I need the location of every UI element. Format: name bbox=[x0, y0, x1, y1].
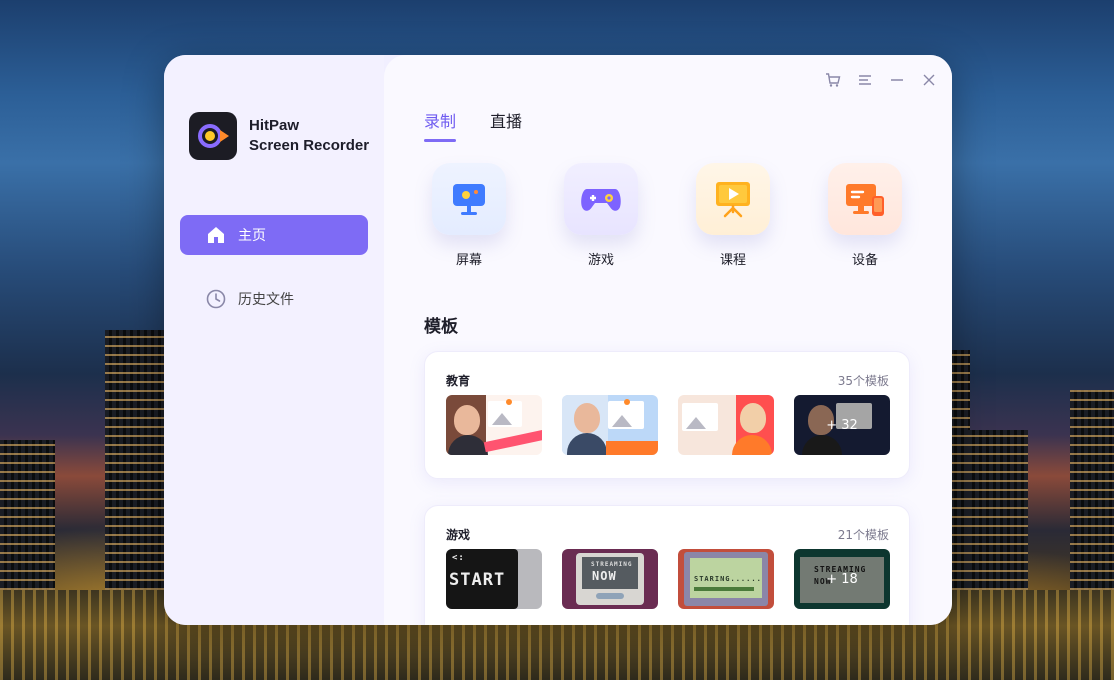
presentation-icon bbox=[716, 182, 750, 218]
tab-live[interactable]: 直播 bbox=[490, 108, 522, 142]
app-logo: HitPaw Screen Recorder bbox=[189, 112, 369, 160]
app-window: HitPaw Screen Recorder 主页 历史文件 录制 直播 屏幕 … bbox=[164, 55, 952, 625]
template-thumbnails: START <: STREAMING NOW STARING...... STR… bbox=[446, 549, 890, 609]
sidebar-item-label: 主页 bbox=[238, 228, 266, 244]
template-thumbnail[interactable]: START <: bbox=[446, 549, 542, 609]
template-thumbnails: + 32 bbox=[446, 395, 890, 455]
mode-course[interactable]: 课程 bbox=[696, 163, 770, 268]
clock-icon bbox=[206, 289, 226, 309]
app-name-line1: HitPaw bbox=[249, 117, 300, 134]
home-icon bbox=[208, 227, 224, 243]
mode-screen[interactable]: 屏幕 bbox=[432, 163, 506, 268]
building bbox=[0, 440, 55, 590]
building bbox=[1070, 390, 1114, 590]
template-thumbnail[interactable] bbox=[446, 395, 542, 455]
category-title: 教育 bbox=[446, 374, 471, 388]
mode-device[interactable]: 设备 bbox=[828, 163, 902, 268]
close-icon[interactable] bbox=[920, 71, 938, 89]
building bbox=[968, 430, 1028, 590]
tab-record[interactable]: 录制 bbox=[424, 108, 457, 142]
mode-label: 设备 bbox=[851, 253, 878, 268]
template-thumbnail[interactable]: STREAMING NOW bbox=[562, 549, 658, 609]
mode-game[interactable]: 游戏 bbox=[564, 163, 638, 268]
monitor-icon bbox=[453, 184, 485, 215]
app-icon bbox=[189, 112, 237, 160]
building bbox=[950, 350, 970, 590]
mode-label: 游戏 bbox=[587, 253, 614, 268]
sidebar-item-history[interactable]: 历史文件 bbox=[180, 279, 368, 319]
menu-icon[interactable] bbox=[856, 71, 874, 89]
template-category-game: 游戏 21个模板 START <: STREAMING NOW STARING.… bbox=[424, 505, 910, 625]
sidebar: HitPaw Screen Recorder 主页 历史文件 bbox=[164, 55, 384, 625]
template-thumbnail[interactable]: STREAMING NOW + 18 bbox=[794, 549, 890, 609]
mode-course-tile bbox=[696, 163, 770, 235]
main-panel: 录制 直播 屏幕 游戏 课程 设备 模板 教育 35个模板 + 32 游戏 21… bbox=[384, 55, 952, 625]
mode-game-tile bbox=[564, 163, 638, 235]
template-category-education: 教育 35个模板 + 32 bbox=[424, 351, 910, 479]
app-name-line2: Screen Recorder bbox=[249, 137, 370, 154]
tab-bar: 录制 直播 bbox=[424, 108, 522, 142]
template-thumbnail[interactable]: + 32 bbox=[794, 395, 890, 455]
mode-device-tile bbox=[828, 163, 902, 235]
devices-icon bbox=[846, 184, 884, 216]
template-thumbnail[interactable]: STARING...... bbox=[678, 549, 774, 609]
template-thumbnail[interactable] bbox=[678, 395, 774, 455]
mode-label: 课程 bbox=[719, 253, 746, 268]
record-modes: 屏幕 游戏 课程 设备 bbox=[432, 163, 902, 268]
sidebar-item-label: 历史文件 bbox=[238, 292, 294, 308]
templates-heading: 模板 bbox=[424, 317, 458, 337]
mode-screen-tile bbox=[432, 163, 506, 235]
category-title: 游戏 bbox=[446, 528, 471, 542]
minimize-icon[interactable] bbox=[888, 71, 906, 89]
more-templates-badge[interactable]: + 18 bbox=[794, 549, 890, 609]
mode-label: 屏幕 bbox=[455, 253, 482, 268]
category-count[interactable]: 35个模板 bbox=[838, 372, 889, 389]
template-thumbnail[interactable] bbox=[562, 395, 658, 455]
window-controls bbox=[824, 71, 938, 89]
more-templates-badge[interactable]: + 32 bbox=[794, 395, 890, 455]
building bbox=[105, 330, 165, 590]
cart-icon[interactable] bbox=[824, 71, 842, 89]
category-count[interactable]: 21个模板 bbox=[838, 526, 889, 543]
gamepad-icon bbox=[581, 189, 621, 211]
app-name: HitPaw Screen Recorder bbox=[249, 116, 369, 156]
sidebar-item-home[interactable]: 主页 bbox=[180, 215, 368, 255]
